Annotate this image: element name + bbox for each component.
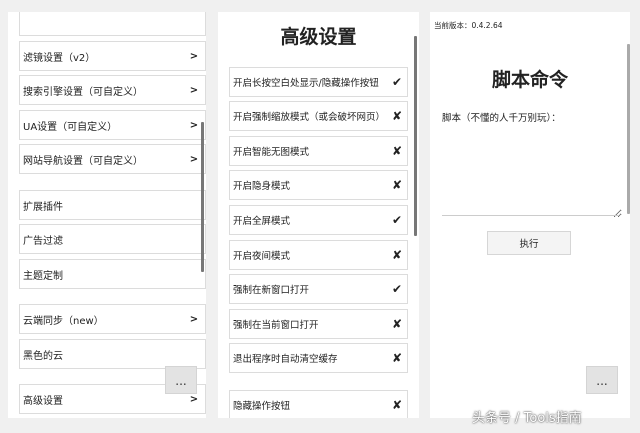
setting-clear-cache[interactable]: 退出程序时自动清空缓存 ✘ bbox=[229, 343, 408, 373]
cross-icon: ✘ bbox=[391, 178, 403, 192]
menu-item-label: 云端同步（new） bbox=[23, 315, 104, 327]
cross-icon: ✘ bbox=[391, 109, 403, 123]
menu-item-top-cut[interactable] bbox=[19, 12, 206, 36]
menu-item-label: 搜索引擎设置（可自定义） bbox=[23, 86, 143, 98]
script-label: 脚本（不懂的人千万别玩）： bbox=[442, 113, 561, 124]
setting-no-image[interactable]: 开启智能无图模式 ✘ bbox=[229, 136, 408, 166]
cross-icon: ✘ bbox=[391, 351, 403, 365]
setting-force-zoom[interactable]: 开启强制缩放模式（或会破坏网页） ✘ bbox=[229, 101, 408, 131]
setting-night-mode[interactable]: 开启夜间模式 ✘ bbox=[229, 240, 408, 270]
middle-scrollbar[interactable] bbox=[414, 36, 417, 236]
more-button[interactable]: ... bbox=[586, 366, 618, 394]
chevron-right-icon: > bbox=[189, 393, 199, 405]
cross-icon: ✘ bbox=[391, 144, 403, 158]
menu-item-label: 滤镜设置（v2） bbox=[23, 52, 96, 64]
chevron-right-icon: > bbox=[189, 153, 199, 165]
check-icon: ✔ bbox=[391, 75, 403, 89]
menu-item-extensions[interactable]: 扩展插件 bbox=[19, 190, 206, 220]
script-command-panel: 当前版本：0.4.2.64 脚本命令 脚本（不懂的人千万别玩）： 执行 ... bbox=[430, 12, 630, 418]
setting-longpress-toggle[interactable]: 开启长按空白处显示/隐藏操作按钮 ✔ bbox=[229, 67, 408, 97]
setting-label: 开启夜间模式 bbox=[233, 251, 291, 262]
menu-item-label: 广告过滤 bbox=[23, 235, 63, 247]
menu-item-ad-filter[interactable]: 广告过滤 bbox=[19, 224, 206, 254]
chevron-right-icon: > bbox=[189, 84, 199, 96]
check-icon: ✔ bbox=[391, 282, 403, 296]
setting-new-window[interactable]: 强制在新窗口打开 ✔ bbox=[229, 274, 408, 304]
chevron-right-icon: > bbox=[189, 313, 199, 325]
setting-hide-buttons[interactable]: 隐藏操作按钮 ✘ bbox=[229, 390, 408, 418]
setting-label: 开启隐身模式 bbox=[233, 181, 291, 192]
setting-incognito[interactable]: 开启隐身模式 ✘ bbox=[229, 170, 408, 200]
check-icon: ✔ bbox=[391, 213, 403, 227]
chevron-right-icon: > bbox=[189, 50, 199, 62]
setting-label: 强制在新窗口打开 bbox=[233, 285, 310, 296]
page-title: 脚本命令 bbox=[491, 69, 568, 91]
menu-item-search-engine[interactable]: 搜索引擎设置（可自定义） > bbox=[19, 75, 206, 105]
menu-item-label: 网站导航设置（可自定义） bbox=[23, 155, 143, 167]
setting-label: 开启长按空白处显示/隐藏操作按钮 bbox=[233, 78, 379, 89]
watermark: 头条号 / Tools指南 bbox=[472, 411, 582, 426]
advanced-settings-panel: 高级设置 开启长按空白处显示/隐藏操作按钮 ✔ 开启强制缩放模式（或会破坏网页） ✘… bbox=[218, 12, 419, 418]
menu-item-site-nav[interactable]: 网站导航设置（可自定义） > bbox=[19, 144, 206, 174]
cross-icon: ✘ bbox=[391, 317, 403, 331]
version-text: 当前版本：0.4.2.64 bbox=[434, 21, 503, 30]
script-input-underline bbox=[442, 215, 618, 216]
setting-label: 退出程序时自动清空缓存 bbox=[233, 354, 338, 365]
setting-label: 隐藏操作按钮 bbox=[233, 401, 291, 412]
cross-icon: ✘ bbox=[391, 398, 403, 412]
cross-icon: ✘ bbox=[391, 248, 403, 262]
menu-item-label: 扩展插件 bbox=[23, 201, 63, 213]
menu-item-label: 黑色的云 bbox=[23, 350, 63, 362]
menu-item-black-cloud[interactable]: 黑色的云 bbox=[19, 339, 206, 369]
menu-item-cloud-sync[interactable]: 云端同步（new） > bbox=[19, 304, 206, 334]
setting-label: 开启全屏模式 bbox=[233, 216, 291, 227]
menu-item-label: UA设置（可自定义） bbox=[23, 121, 118, 133]
right-scrollbar[interactable] bbox=[627, 44, 630, 214]
page-title: 高级设置 bbox=[280, 26, 357, 48]
execute-button[interactable]: 执行 bbox=[487, 231, 571, 255]
menu-item-theme[interactable]: 主题定制 bbox=[19, 259, 206, 289]
menu-item-label: 主题定制 bbox=[23, 270, 63, 282]
setting-current-window[interactable]: 强制在当前窗口打开 ✘ bbox=[229, 309, 408, 339]
script-input[interactable] bbox=[442, 130, 622, 218]
menu-item-filter-settings[interactable]: 滤镜设置（v2） > bbox=[19, 41, 206, 71]
settings-menu-panel: 滤镜设置（v2） > 搜索引擎设置（可自定义） > UA设置（可自定义） > 网站导航… bbox=[8, 12, 206, 418]
more-button[interactable]: ... bbox=[165, 366, 197, 394]
chevron-right-icon: > bbox=[189, 119, 199, 131]
left-scrollbar[interactable] bbox=[201, 122, 204, 272]
menu-item-ua-settings[interactable]: UA设置（可自定义） > bbox=[19, 110, 206, 140]
setting-label: 开启强制缩放模式（或会破坏网页） bbox=[233, 112, 386, 123]
setting-fullscreen[interactable]: 开启全屏模式 ✔ bbox=[229, 205, 408, 235]
setting-label: 强制在当前窗口打开 bbox=[233, 320, 319, 331]
setting-label: 开启智能无图模式 bbox=[233, 147, 310, 158]
